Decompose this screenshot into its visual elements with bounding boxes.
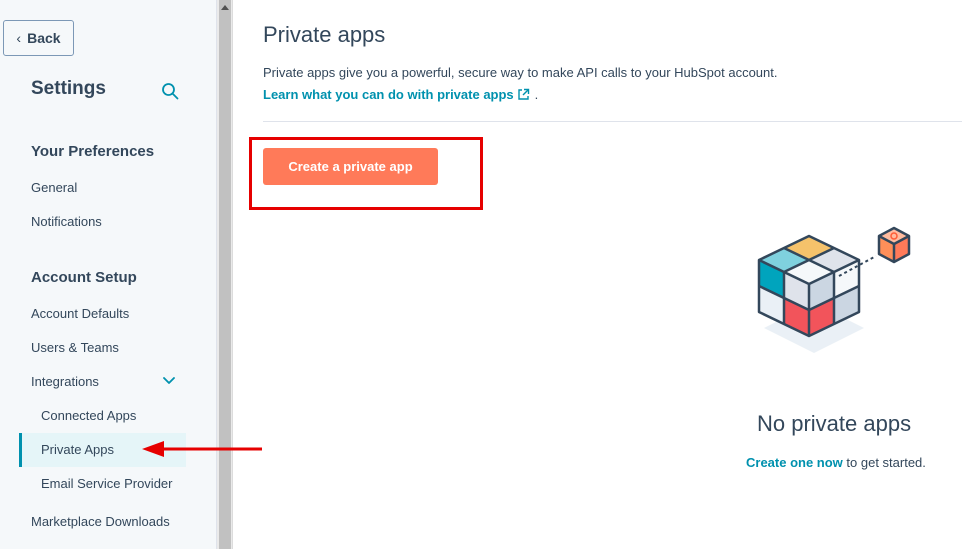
sidebar-item-account-defaults[interactable]: Account Defaults <box>31 306 129 321</box>
section-heading-account-setup: Account Setup <box>31 269 137 286</box>
scroll-up-arrow-icon[interactable] <box>221 5 229 10</box>
back-button[interactable]: ‹ Back <box>3 20 74 56</box>
sidebar-scrollbar[interactable] <box>217 0 233 549</box>
empty-state-title: No private apps <box>757 411 912 436</box>
chevron-down-icon[interactable] <box>162 374 176 388</box>
external-link-icon <box>517 88 529 100</box>
sidebar-item-users-teams[interactable]: Users & Teams <box>31 340 119 355</box>
empty-state-subtitle: Create one now to get started. <box>746 455 926 470</box>
sidebar-item-email-service-provider[interactable]: Email Service Provider <box>41 476 173 491</box>
sidebar-item-integrations[interactable]: Integrations <box>31 374 99 389</box>
section-heading-your-preferences: Your Preferences <box>31 143 155 160</box>
sidebar-item-notifications[interactable]: Notifications <box>31 214 102 229</box>
header-divider <box>263 121 962 122</box>
empty-state-suffix: to get started. <box>842 455 926 470</box>
annotation-arrow <box>142 441 262 457</box>
page-title: Private apps <box>263 22 386 47</box>
page-description: Private apps give you a powerful, secure… <box>263 65 778 80</box>
learn-more-suffix: . <box>534 87 539 102</box>
chevron-left-icon: ‹ <box>16 30 22 46</box>
learn-more-link[interactable]: Learn what you can do with private apps … <box>263 87 538 102</box>
learn-more-label: Learn what you can do with private apps <box>263 87 514 102</box>
sidebar-title: Settings <box>31 78 106 99</box>
sidebar-item-private-apps[interactable]: Private Apps <box>41 442 114 457</box>
settings-sidebar: ‹ Back Settings Your Preferences General… <box>0 0 217 549</box>
empty-state-illustration <box>757 226 911 353</box>
create-one-now-link[interactable]: Create one now <box>746 455 843 470</box>
scrollbar-thumb[interactable] <box>219 0 231 549</box>
search-icon[interactable] <box>161 82 179 100</box>
sidebar-item-general[interactable]: General <box>31 180 77 195</box>
back-label: Back <box>27 30 61 46</box>
sidebar-item-connected-apps[interactable]: Connected Apps <box>41 408 136 423</box>
main-content: Private apps Private apps give you a pow… <box>234 0 962 549</box>
sidebar-item-marketplace-downloads[interactable]: Marketplace Downloads <box>31 514 170 529</box>
create-private-app-button[interactable]: Create a private app <box>263 148 438 185</box>
